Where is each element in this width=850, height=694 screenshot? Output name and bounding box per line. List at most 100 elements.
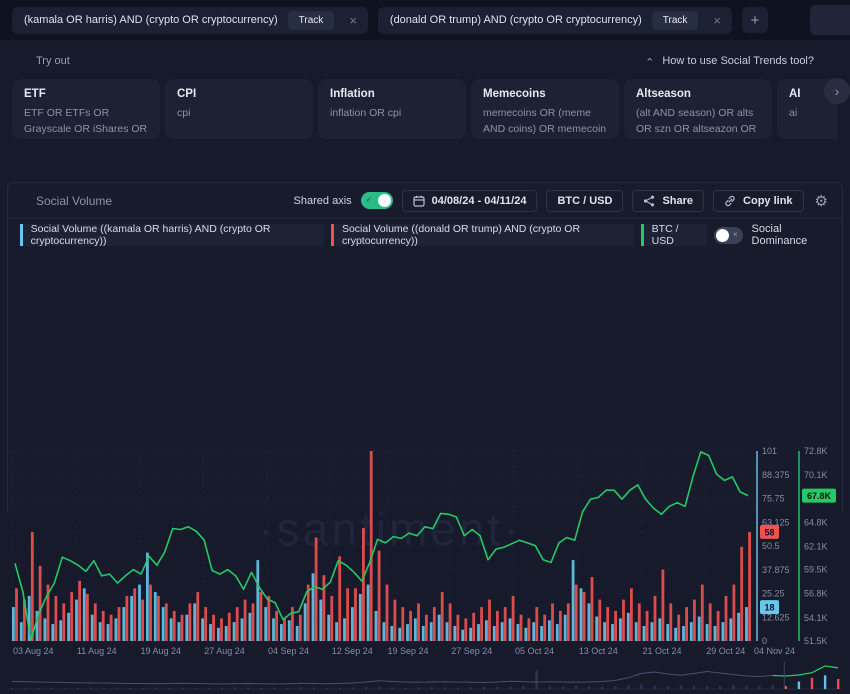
svg-text:29 Oct 24: 29 Oct 24 <box>706 646 745 656</box>
collapse-chevron-icon[interactable]: ⌃ <box>645 56 654 69</box>
tryout-card-cpi[interactable]: CPI cpi <box>165 79 313 139</box>
svg-text:21 Oct 24: 21 Oct 24 <box>642 646 681 656</box>
social-dominance-toggle[interactable]: × <box>714 227 742 244</box>
social-dominance-label: Social Dominance <box>752 223 830 247</box>
cards-scroll-right-button[interactable]: › <box>824 78 850 104</box>
copy-link-label: Copy link <box>743 195 793 207</box>
svg-text:59.5K: 59.5K <box>804 565 828 575</box>
legend-color-bar <box>331 224 334 246</box>
legend-item-kamala[interactable]: Social Volume ((kamala OR harris) AND (c… <box>20 224 324 246</box>
svg-text:27 Sep 24: 27 Sep 24 <box>451 646 492 656</box>
svg-text:11 Aug 24: 11 Aug 24 <box>77 646 117 656</box>
share-button[interactable]: Share <box>632 190 704 212</box>
close-icon[interactable]: × <box>708 13 726 28</box>
svg-text:25.25: 25.25 <box>762 589 785 599</box>
card-desc: cpi <box>177 106 301 122</box>
svg-text:04 Sep 24: 04 Sep 24 <box>268 646 309 656</box>
query-text: (donald OR trump) AND (crypto OR cryptoc… <box>390 14 642 26</box>
svg-text:70.1K: 70.1K <box>804 470 828 480</box>
plus-icon: + <box>751 12 760 29</box>
chart-preview-brush[interactable] <box>8 659 842 694</box>
svg-text:75.75: 75.75 <box>762 494 785 504</box>
svg-text:62.1K: 62.1K <box>804 541 828 551</box>
svg-text:27 Aug 24: 27 Aug 24 <box>204 646 245 656</box>
panel-header: Social Volume Shared axis ✓ 04/08/24 - 0… <box>8 183 842 219</box>
help-link[interactable]: ⌃ How to use Social Trends tool? <box>645 54 814 67</box>
card-desc: (alt AND season) OR alts OR szn OR altse… <box>636 106 760 139</box>
legend-label: Social Volume ((donald OR trump) AND (cr… <box>342 223 624 247</box>
add-query-button[interactable]: + <box>742 7 768 33</box>
shared-axis-toggle[interactable]: ✓ <box>361 192 393 209</box>
social-volume-chart[interactable]: ·santiment·10188.37575.7563.12550.537.87… <box>8 433 842 659</box>
copy-link-button[interactable]: Copy link <box>713 190 804 212</box>
share-icon <box>643 195 655 207</box>
asset-selector-button[interactable]: BTC / USD <box>546 190 623 212</box>
toggle-knob <box>716 229 729 242</box>
help-link-label: How to use Social Trends tool? <box>662 55 814 67</box>
track-button[interactable]: Track <box>652 11 699 30</box>
card-title: Inflation <box>330 88 454 100</box>
legend-color-bar <box>641 224 644 246</box>
settings-gear-icon[interactable]: ⚙ <box>813 192 830 210</box>
query-chip-kamala[interactable]: (kamala OR harris) AND (crypto OR crypto… <box>12 7 368 34</box>
svg-text:13 Oct 24: 13 Oct 24 <box>579 646 618 656</box>
query-text: (kamala OR harris) AND (crypto OR crypto… <box>24 14 278 26</box>
svg-text:51.5K: 51.5K <box>804 636 828 646</box>
svg-text:19 Sep 24: 19 Sep 24 <box>387 646 428 656</box>
asset-selector-label: BTC / USD <box>557 195 612 207</box>
svg-text:50.5: 50.5 <box>762 541 780 551</box>
card-desc: inflation OR cpi <box>330 106 454 122</box>
card-desc: ETF OR ETFs OR Grayscale OR iShares OR b… <box>24 106 148 139</box>
card-desc: memecoins OR (meme AND coins) OR memecoi… <box>483 106 607 139</box>
svg-text:12 Sep 24: 12 Sep 24 <box>332 646 373 656</box>
svg-text:72.8K: 72.8K <box>804 446 828 456</box>
card-desc: ai <box>789 106 838 122</box>
close-icon[interactable]: × <box>344 13 362 28</box>
calendar-icon <box>413 195 425 207</box>
legend-color-bar <box>20 224 23 246</box>
tryout-card-memecoins[interactable]: Memecoins memecoins OR (meme AND coins) … <box>471 79 619 139</box>
card-title: Memecoins <box>483 88 607 100</box>
svg-text:19 Aug 24: 19 Aug 24 <box>140 646 181 656</box>
tryout-card-altseason[interactable]: Altseason (alt AND season) OR alts OR sz… <box>624 79 772 139</box>
legend-item-trump[interactable]: Social Volume ((donald OR trump) AND (cr… <box>331 224 634 246</box>
link-icon <box>724 195 736 207</box>
legend-item-btc[interactable]: BTC / USD <box>641 224 707 246</box>
x-icon: × <box>733 230 738 239</box>
shared-axis-label: Shared axis <box>294 195 352 207</box>
legend-label: BTC / USD <box>652 223 698 247</box>
tryout-card-inflation[interactable]: Inflation inflation OR cpi <box>318 79 466 139</box>
svg-text:58: 58 <box>764 527 774 537</box>
query-chip-trump[interactable]: (donald OR trump) AND (crypto OR cryptoc… <box>378 7 732 34</box>
tryout-cards: ETF ETF OR ETFs OR Grayscale OR iShares … <box>12 79 838 139</box>
legend-row: Social Volume ((kamala OR harris) AND (c… <box>8 219 842 251</box>
date-range-button[interactable]: 04/08/24 - 04/11/24 <box>402 190 538 212</box>
legend-label: Social Volume ((kamala OR harris) AND (c… <box>31 223 315 247</box>
date-range-value: 04/08/24 - 04/11/24 <box>432 195 527 207</box>
svg-text:·santiment·: ·santiment· <box>258 503 521 555</box>
svg-text:88.375: 88.375 <box>762 470 790 480</box>
panel-title: Social Volume <box>36 194 112 208</box>
svg-text:0: 0 <box>762 636 767 646</box>
topbar: (kamala OR harris) AND (crypto OR crypto… <box>0 0 850 40</box>
share-label: Share <box>662 195 693 207</box>
svg-text:64.8K: 64.8K <box>804 517 828 527</box>
track-button[interactable]: Track <box>288 11 335 30</box>
chevron-right-icon: › <box>835 83 840 99</box>
tryout-title: Try out <box>36 55 70 67</box>
tryout-section: Try out ⌃ How to use Social Trends tool?… <box>0 40 850 139</box>
svg-text:03 Aug 24: 03 Aug 24 <box>13 646 54 656</box>
check-icon: ✓ <box>366 195 373 204</box>
toggle-knob <box>378 194 391 207</box>
card-title: CPI <box>177 88 301 100</box>
svg-text:04 Nov 24: 04 Nov 24 <box>754 646 795 656</box>
svg-text:37.875: 37.875 <box>762 565 790 575</box>
card-title: Altseason <box>636 88 760 100</box>
svg-text:05 Oct 24: 05 Oct 24 <box>515 646 554 656</box>
partial-chip <box>810 5 850 35</box>
card-title: ETF <box>24 88 148 100</box>
svg-text:101: 101 <box>762 446 777 456</box>
tryout-card-etf[interactable]: ETF ETF OR ETFs OR Grayscale OR iShares … <box>12 79 160 139</box>
svg-text:18: 18 <box>764 603 774 613</box>
social-volume-panel: Social Volume Shared axis ✓ 04/08/24 - 0… <box>7 182 843 512</box>
